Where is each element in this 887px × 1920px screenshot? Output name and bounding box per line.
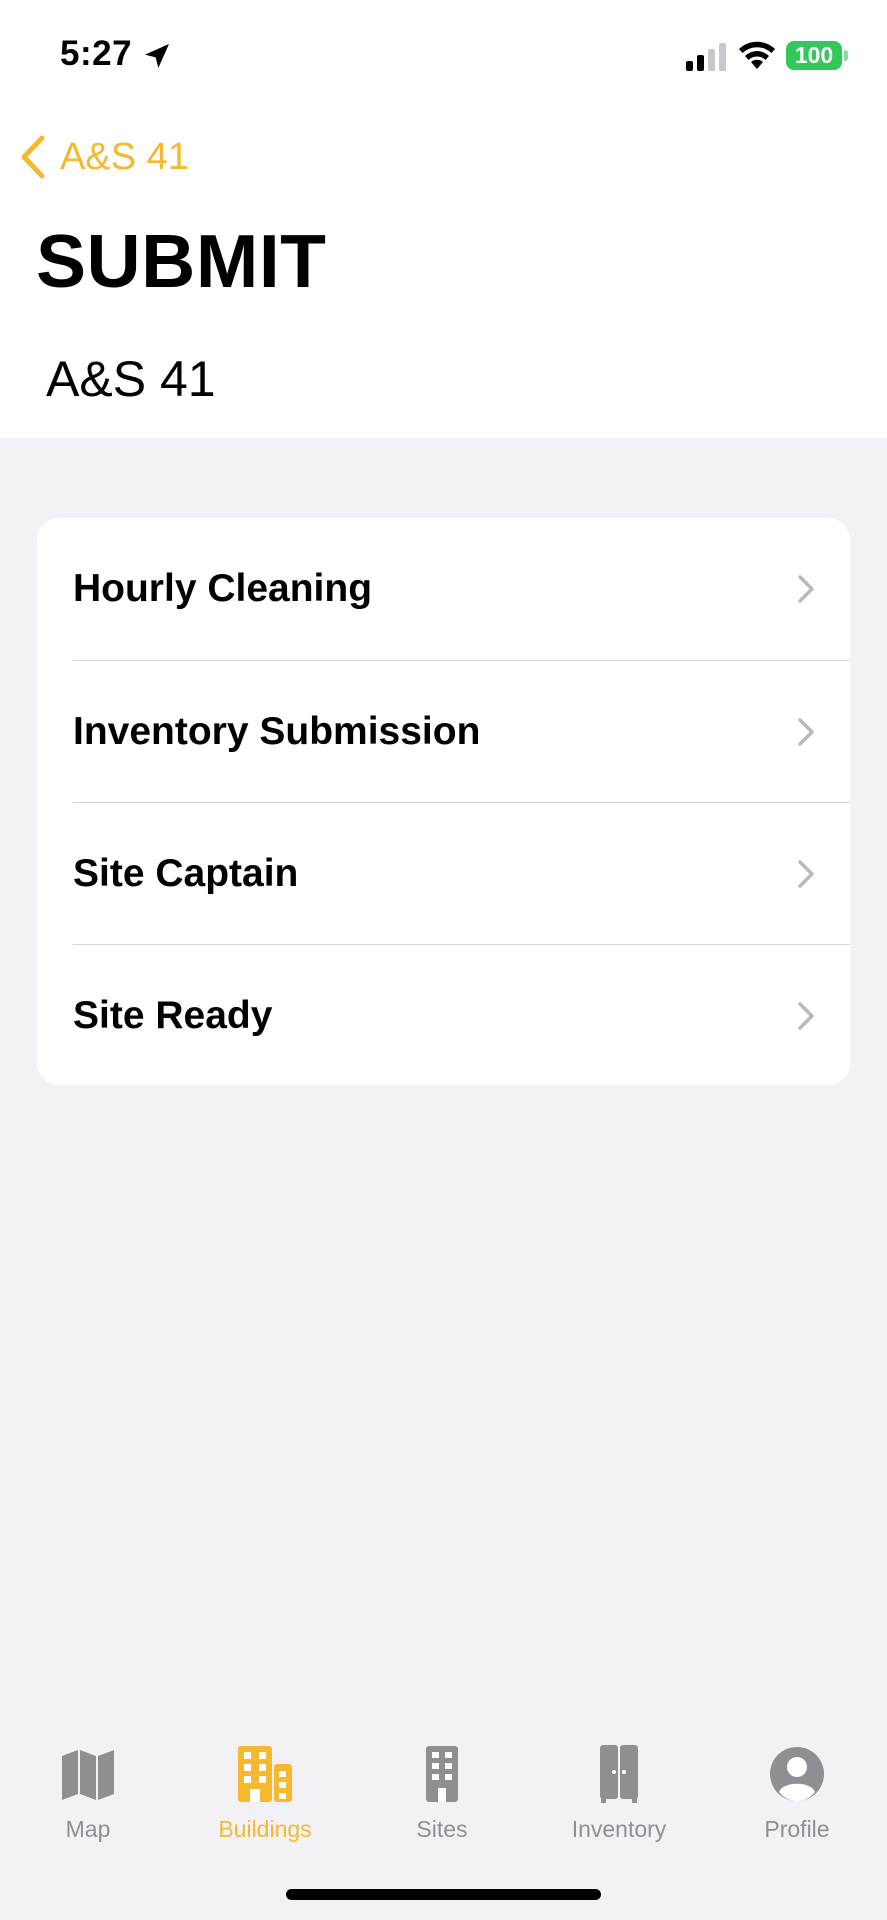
battery-cap	[844, 50, 848, 61]
tab-bar: Map Buildings Sites Inventory Profile	[0, 1728, 887, 1848]
page-subtitle: A&S 41	[46, 351, 216, 407]
tab-label: Profile	[764, 1816, 830, 1842]
list-item-label: Hourly Cleaning	[73, 567, 373, 610]
tab-inventory[interactable]: Inventory	[544, 1728, 694, 1848]
map-icon	[62, 1750, 114, 1800]
tab-label: Buildings	[218, 1816, 312, 1842]
tab-map[interactable]: Map	[13, 1728, 163, 1848]
home-indicator	[286, 1889, 601, 1900]
building-icon	[426, 1746, 458, 1802]
status-time: 5:27	[60, 34, 133, 73]
chevron-right-icon	[798, 1001, 814, 1030]
tab-label: Inventory	[571, 1816, 667, 1842]
list-item-site-captain[interactable]: Site Captain	[73, 802, 850, 944]
list-item-label: Site Ready	[73, 993, 273, 1037]
list-item-inventory-submission[interactable]: Inventory Submission	[73, 660, 850, 802]
wifi-icon	[739, 41, 775, 69]
tab-profile[interactable]: Profile	[722, 1728, 872, 1848]
submission-list: Hourly Cleaning Inventory Submission Sit…	[37, 518, 850, 1085]
tab-label: Map	[65, 1816, 111, 1842]
list-item-label: Inventory Submission	[73, 709, 481, 753]
tab-label: Sites	[416, 1816, 468, 1842]
back-label: A&S 41	[60, 135, 189, 178]
tab-sites[interactable]: Sites	[367, 1728, 517, 1848]
chevron-left-icon	[21, 135, 45, 179]
tab-buildings[interactable]: Buildings	[190, 1728, 340, 1848]
status-bar: 5:27 100	[0, 0, 887, 110]
chevron-right-icon	[798, 859, 814, 888]
cabinet-icon	[600, 1745, 638, 1803]
location-arrow-icon	[145, 44, 169, 68]
chevron-right-icon	[798, 575, 814, 603]
list-item-site-ready[interactable]: Site Ready	[73, 944, 850, 1085]
page-title: SUBMIT	[36, 219, 327, 303]
buildings-icon	[238, 1746, 292, 1802]
back-button[interactable]: A&S 41	[18, 132, 189, 182]
list-item-hourly-cleaning[interactable]: Hourly Cleaning	[37, 518, 850, 660]
battery-icon: 100	[786, 41, 842, 70]
profile-icon	[770, 1747, 824, 1801]
cellular-signal-icon	[686, 43, 726, 71]
list-item-label: Site Captain	[73, 851, 299, 895]
chevron-right-icon	[798, 717, 814, 746]
battery-level: 100	[794, 42, 834, 68]
